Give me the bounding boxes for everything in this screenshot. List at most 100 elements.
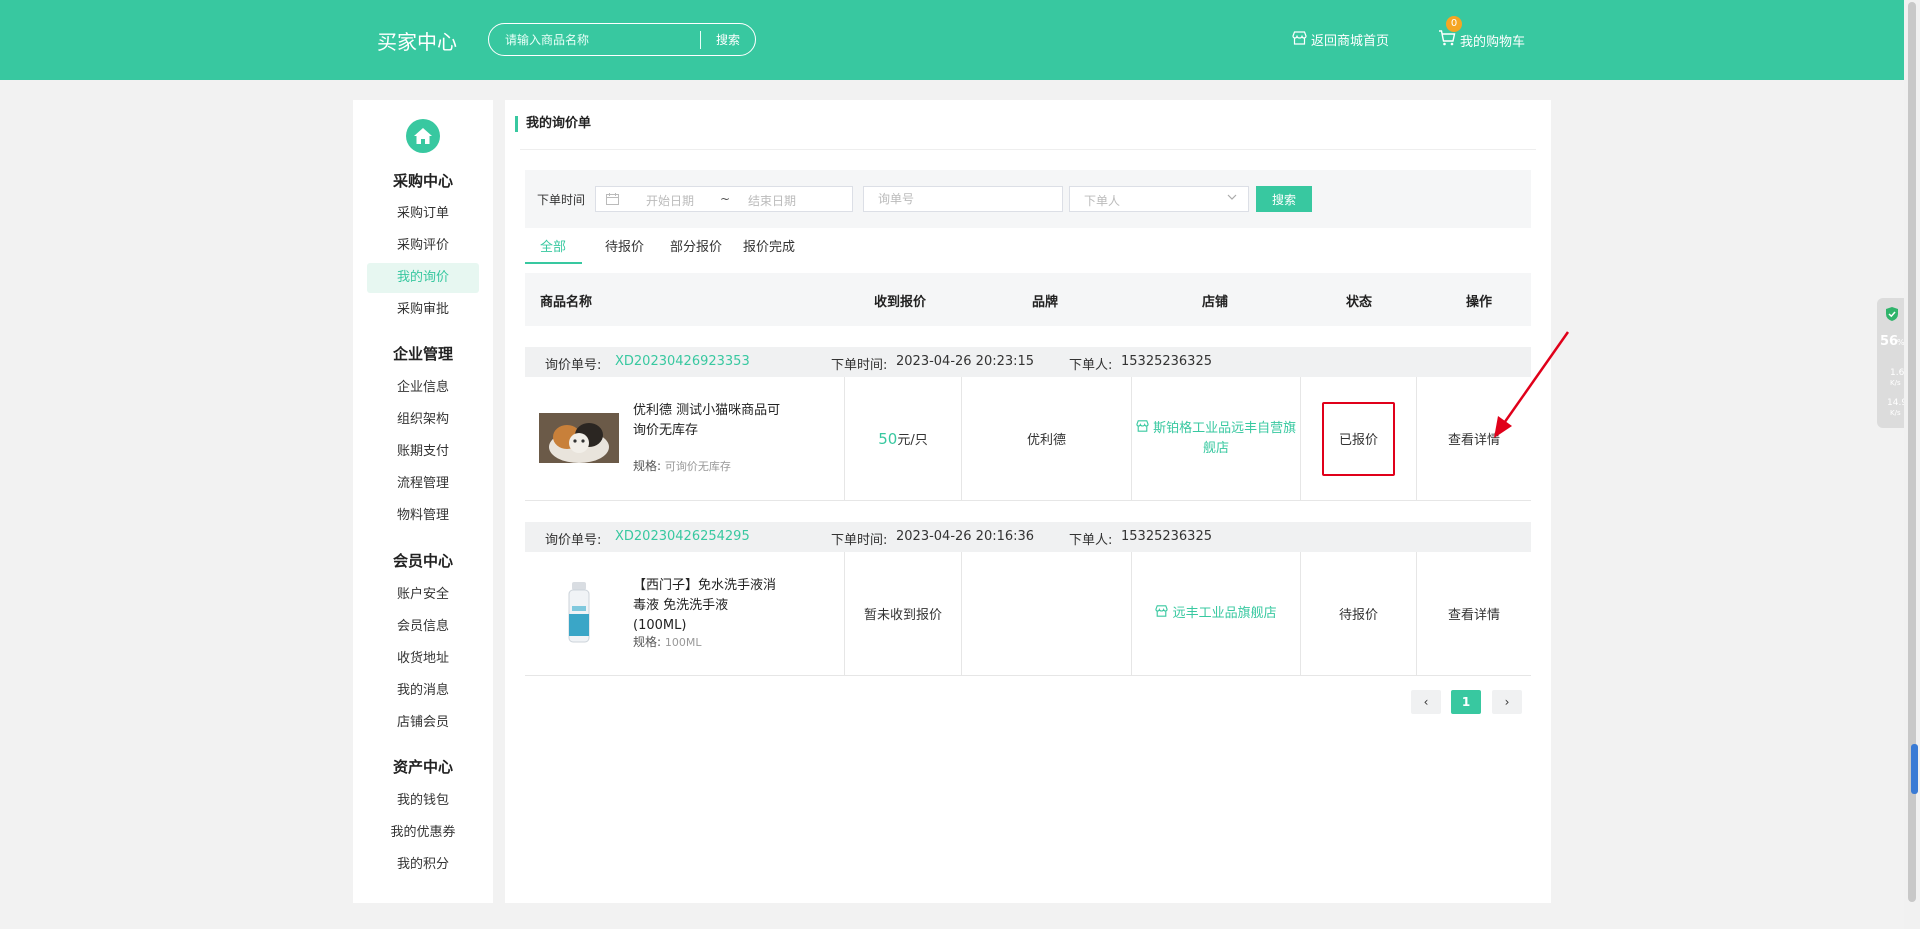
cart-icon (1438, 30, 1456, 50)
main-panel: 我的询价单 下单时间 开始日期 ~ 结束日期 下单人 搜索 全部 待报价 部分报… (505, 100, 1551, 903)
chevron-down-icon (1226, 191, 1238, 206)
next-page-button[interactable]: › (1492, 690, 1522, 714)
shop-link[interactable]: 斯铂格工业品远丰自营旗舰店 (1132, 419, 1300, 459)
sidebar-item-credit-payment[interactable]: 账期支付 (367, 437, 479, 467)
column-header-status: 状态 (1346, 295, 1373, 310)
shop-link[interactable]: 远丰工业品旗舰店 (1155, 604, 1277, 624)
filter-search-button[interactable]: 搜索 (1256, 186, 1312, 212)
start-date-placeholder[interactable]: 开始日期 (646, 192, 694, 209)
inquiry-number-label: 询价单号: (545, 358, 602, 373)
inquiry-number-input[interactable] (863, 186, 1063, 212)
quote-price: 50 (878, 429, 898, 448)
sidebar: 采购中心 采购订单 采购评价 我的询价 采购审批 企业管理 企业信息 组织架构 … (353, 100, 493, 903)
sidebar-item-shipping-address[interactable]: 收货地址 (367, 644, 479, 674)
sidebar-item-my-inquiries[interactable]: 我的询价 (367, 263, 479, 293)
search-input[interactable] (505, 24, 685, 55)
shop-name: 远丰工业品旗舰店 (1172, 605, 1277, 621)
header-search: 搜索 (488, 23, 756, 56)
sidebar-item-my-messages[interactable]: 我的消息 (367, 676, 479, 706)
sidebar-item-purchase-approval[interactable]: 采购审批 (367, 295, 479, 325)
cart-link[interactable]: 我的购物车 (1438, 30, 1525, 50)
column-header-product: 商品名称 (540, 295, 593, 310)
sidebar-group-enterprise: 企业管理 (392, 345, 453, 363)
sidebar-item-purchase-orders[interactable]: 采购订单 (367, 199, 479, 229)
spec-label: 规格: (633, 635, 662, 649)
page-title: 我的询价单 (515, 116, 591, 132)
active-tab-indicator (525, 262, 582, 264)
product-name-link[interactable]: 优利德 测试小猫咪商品可询价无库存 (633, 401, 781, 441)
orderer-select-placeholder: 下单人 (1084, 194, 1121, 208)
upload-speed: 1.6 (1890, 368, 1905, 378)
brand-cell (962, 552, 1131, 675)
sidebar-item-my-coupons[interactable]: 我的优惠券 (367, 818, 479, 848)
page-number-current[interactable]: 1 (1451, 690, 1481, 714)
sidebar-item-enterprise-info[interactable]: 企业信息 (367, 373, 479, 403)
tab-pending-quote[interactable]: 待报价 (605, 236, 644, 255)
column-header-shop: 店铺 (1202, 295, 1229, 310)
download-speed-unit: K/s (1890, 409, 1901, 417)
orderer-select[interactable]: 下单人 (1069, 186, 1249, 212)
date-range-picker[interactable]: 开始日期 ~ 结束日期 (595, 186, 853, 212)
cpu-percent: 56 (1880, 334, 1899, 349)
calendar-icon (606, 193, 619, 208)
network-monitor-widget[interactable]: 56 % 1.6 K/s 14.9 K/s (1877, 298, 1907, 428)
filter-bar: 下单时间 开始日期 ~ 结束日期 下单人 搜索 (525, 170, 1531, 228)
sidebar-group-member: 会员中心 (392, 552, 453, 570)
sidebar-item-account-security[interactable]: 账户安全 (367, 580, 479, 610)
sidebar-item-purchase-reviews[interactable]: 采购评价 (367, 231, 479, 261)
prev-page-button[interactable]: ‹ (1411, 690, 1441, 714)
sidebar-group-assets: 资产中心 (392, 758, 453, 776)
store-icon (1292, 30, 1307, 49)
column-header-action: 操作 (1466, 295, 1493, 310)
store-icon (1136, 419, 1149, 432)
shop-cell: 斯铂格工业品远丰自营旗舰店 (1132, 377, 1300, 500)
product-spec: 规格: 100ML (633, 633, 702, 650)
inquiry-number-link[interactable]: XD20230426254295 (615, 529, 750, 544)
tab-partial-quote[interactable]: 部分报价 (670, 236, 722, 255)
end-date-placeholder[interactable]: 结束日期 (748, 192, 796, 209)
product-image[interactable] (539, 413, 619, 463)
status-highlight-box: 已报价 (1322, 401, 1395, 476)
sidebar-item-process-management[interactable]: 流程管理 (367, 469, 479, 499)
orderer-label: 下单人: (1069, 533, 1113, 548)
home-icon[interactable] (406, 119, 440, 153)
brand-cell: 优利德 (1026, 433, 1066, 448)
table-row: 优利德 测试小猫咪商品可询价无库存 规格: 可询价无库存 50 元/只 优利德 … (525, 377, 1531, 501)
spec-label: 规格: (633, 459, 662, 473)
shop-name: 斯铂格工业品远丰自营旗舰店 (1153, 420, 1297, 456)
sidebar-item-my-points[interactable]: 我的积分 (367, 850, 479, 880)
sidebar-item-store-membership[interactable]: 店铺会员 (367, 708, 479, 738)
order-header: 询价单号: XD20230426254295 下单时间: 2023-04-26 … (525, 522, 1531, 552)
orderer-value: 15325236325 (1121, 354, 1212, 369)
scroll-position-marker (1911, 744, 1918, 794)
inquiry-number-link[interactable]: XD20230426923353 (615, 354, 750, 369)
status-cell: 已报价 (1301, 377, 1416, 500)
column-header-brand: 品牌 (1032, 295, 1059, 310)
product-name-link[interactable]: 【西门子】免水洗手液消毒液 免洗洗手液(100ML) (633, 576, 781, 636)
product-spec: 规格: 可询价无库存 (633, 457, 731, 474)
back-home-link[interactable]: 返回商城首页 (1292, 30, 1389, 49)
upload-speed-unit: K/s (1890, 379, 1901, 387)
tab-all[interactable]: 全部 (540, 236, 566, 255)
order-header: 询价单号: XD20230426923353 下单时间: 2023-04-26 … (525, 347, 1531, 377)
sidebar-item-org-structure[interactable]: 组织架构 (367, 405, 479, 435)
sidebar-item-material-management[interactable]: 物料管理 (367, 501, 479, 531)
back-home-label: 返回商城首页 (1311, 34, 1390, 49)
shop-cell: 远丰工业品旗舰店 (1132, 552, 1300, 675)
product-image[interactable] (539, 580, 619, 646)
sidebar-item-my-wallet[interactable]: 我的钱包 (367, 786, 479, 816)
search-button[interactable]: 搜索 (701, 24, 755, 55)
spec-value: 100ML (664, 636, 702, 649)
sidebar-item-member-info[interactable]: 会员信息 (367, 612, 479, 642)
cart-label: 我的购物车 (1460, 34, 1526, 50)
brand-title: 买家中心 (377, 30, 457, 54)
order-time-value: 2023-04-26 20:16:36 (896, 529, 1035, 544)
view-details-link[interactable]: 查看详情 (1448, 604, 1500, 623)
shield-icon (1886, 307, 1898, 321)
store-icon (1155, 604, 1169, 617)
orderer-value: 15325236325 (1121, 529, 1212, 544)
order-time-label: 下单时间: (831, 533, 888, 548)
title-divider (520, 149, 1536, 150)
status-badge: 待报价 (1338, 608, 1378, 623)
tab-quote-complete[interactable]: 报价完成 (743, 236, 795, 255)
